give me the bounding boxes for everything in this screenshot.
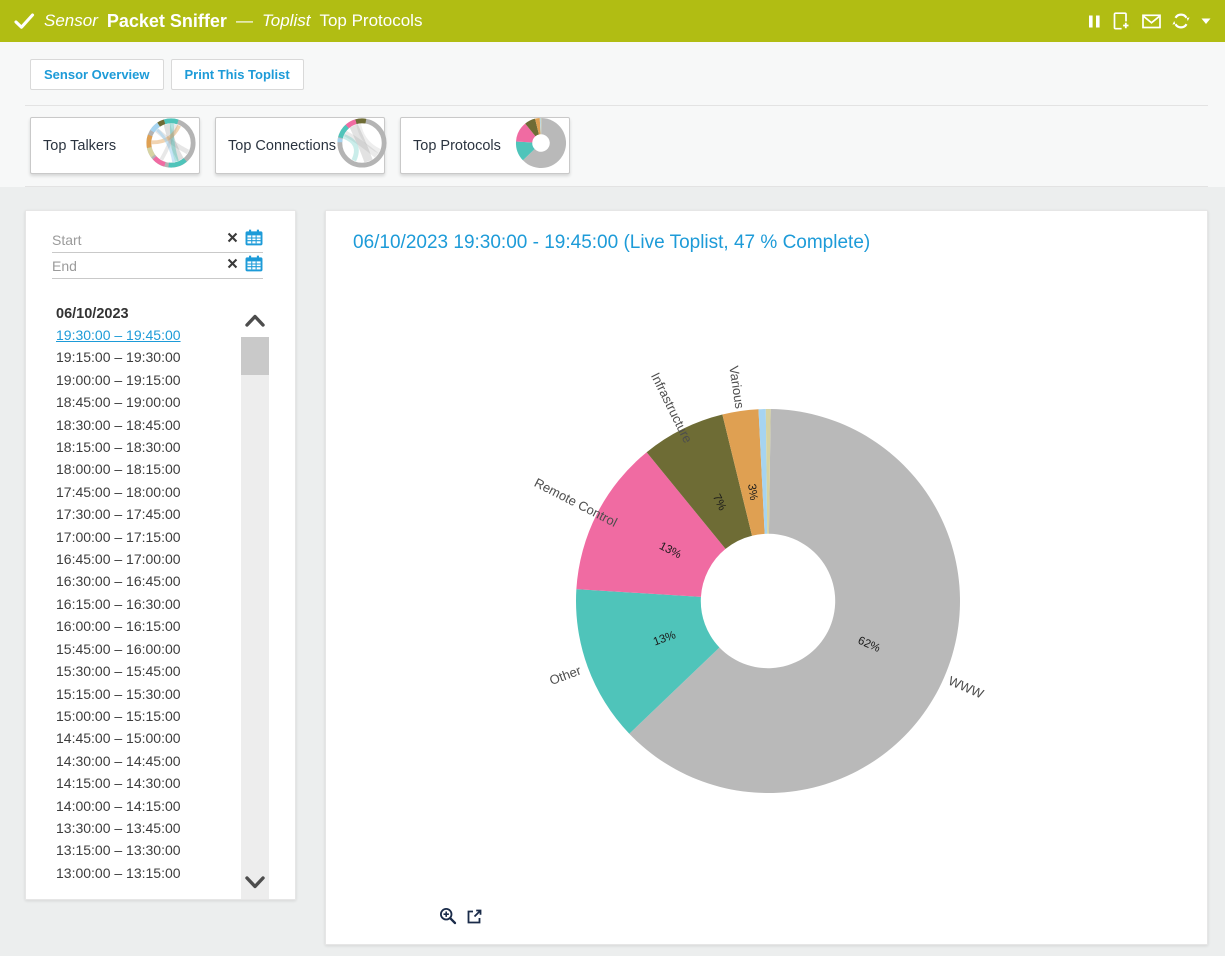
donut-chart-icon <box>515 117 567 174</box>
pause-icon[interactable] <box>1088 14 1101 29</box>
scrollbar-thumb[interactable] <box>241 337 269 375</box>
protocol-donut-chart[interactable]: 62%WWW13%Other13%Remote Control7%Infrast… <box>326 211 1209 946</box>
start-calendar-icon[interactable] <box>245 229 263 246</box>
tab-top-connections[interactable]: Top Connections <box>215 117 385 174</box>
interval-item[interactable]: 17:00:00 – 17:15:00 <box>56 526 238 548</box>
clear-end-icon[interactable] <box>227 258 238 269</box>
chord-diagram-icon <box>145 117 197 174</box>
clear-start-icon[interactable] <box>227 232 238 243</box>
interval-item[interactable]: 14:00:00 – 14:15:00 <box>56 795 238 817</box>
toplist-chart-panel: 06/10/2023 19:30:00 - 19:45:00 (Live Top… <box>325 210 1208 945</box>
interval-item[interactable]: 18:30:00 – 18:45:00 <box>56 414 238 436</box>
interval-item[interactable]: 14:30:00 – 14:45:00 <box>56 750 238 772</box>
interval-item[interactable]: 18:00:00 – 18:15:00 <box>56 458 238 480</box>
topbar-actions <box>1088 12 1211 31</box>
start-date-row <box>52 227 263 253</box>
interval-item[interactable]: 17:30:00 – 17:45:00 <box>56 503 238 525</box>
interval-item[interactable]: 15:30:00 – 15:45:00 <box>56 660 238 682</box>
slice-name-label: Various <box>726 365 747 410</box>
dropdown-caret-icon[interactable] <box>1201 18 1211 25</box>
tab-label: Top Talkers <box>43 138 116 154</box>
interval-item[interactable]: 18:15:00 – 18:30:00 <box>56 436 238 458</box>
interval-item[interactable]: 14:45:00 – 15:00:00 <box>56 727 238 749</box>
interval-item[interactable]: 19:15:00 – 19:30:00 <box>56 346 238 368</box>
interval-item[interactable]: 16:45:00 – 17:00:00 <box>56 548 238 570</box>
interval-item[interactable]: 15:45:00 – 16:00:00 <box>56 638 238 660</box>
end-calendar-icon[interactable] <box>245 255 263 272</box>
status-check-icon <box>14 13 35 30</box>
interval-item[interactable]: 16:00:00 – 16:15:00 <box>56 615 238 637</box>
report-document-add-icon[interactable] <box>1112 12 1131 31</box>
print-toplist-button[interactable]: Print This Toplist <box>171 59 304 90</box>
slice-name-label: Infrastructure <box>648 370 696 445</box>
end-date-input[interactable] <box>52 258 227 274</box>
slice-percent-label: 3% <box>745 483 759 501</box>
scroll-down-button[interactable] <box>241 865 269 899</box>
chart-actions <box>439 907 483 925</box>
tab-label: Top Protocols <box>413 138 501 154</box>
interval-item[interactable]: 19:30:00 – 19:45:00 <box>56 324 238 346</box>
scrollbar-track[interactable] <box>241 337 269 865</box>
interval-scrollbar <box>241 303 269 899</box>
interval-item[interactable]: 15:00:00 – 15:15:00 <box>56 705 238 727</box>
time-filter-panel: 06/10/2023 19:30:00 – 19:45:0019:15:00 –… <box>25 210 296 900</box>
open-external-icon[interactable] <box>466 908 483 925</box>
interval-item[interactable]: 13:30:00 – 13:45:00 <box>56 817 238 839</box>
scroll-up-button[interactable] <box>241 303 269 337</box>
tab-top-protocols[interactable]: Top Protocols <box>400 117 570 174</box>
refresh-icon[interactable] <box>1172 12 1190 30</box>
page-title: Top Protocols <box>319 11 422 31</box>
tab-top-talkers[interactable]: Top Talkers <box>30 117 200 174</box>
toplist-label: Toplist <box>262 11 311 31</box>
slice-name-label: WWW <box>946 673 986 702</box>
sensor-kind-label: Sensor <box>44 11 98 31</box>
toplist-tabs: Top Talkers Top Connections Top Protocol… <box>0 106 1225 187</box>
email-icon[interactable] <box>1142 14 1161 29</box>
sensor-name[interactable]: Packet Sniffer <box>107 11 227 32</box>
interval-item[interactable]: 18:45:00 – 19:00:00 <box>56 391 238 413</box>
interval-item[interactable]: 15:15:00 – 15:30:00 <box>56 683 238 705</box>
interval-list: 19:30:00 – 19:45:0019:15:00 – 19:30:0019… <box>56 324 238 884</box>
chord-diagram-icon <box>336 117 388 174</box>
start-date-input[interactable] <box>52 232 227 248</box>
interval-item[interactable]: 14:15:00 – 14:30:00 <box>56 772 238 794</box>
interval-item[interactable]: 16:30:00 – 16:45:00 <box>56 570 238 592</box>
breadcrumb-separator: — <box>236 11 253 31</box>
sensor-overview-button[interactable]: Sensor Overview <box>30 59 164 90</box>
interval-item[interactable]: 16:15:00 – 16:30:00 <box>56 593 238 615</box>
zoom-in-icon[interactable] <box>439 907 457 925</box>
page-toolbar: Sensor Overview Print This Toplist <box>0 42 1225 106</box>
slice-name-label: Other <box>547 662 583 687</box>
interval-item[interactable]: 19:00:00 – 19:15:00 <box>56 369 238 391</box>
content-area: 06/10/2023 19:30:00 – 19:45:0019:15:00 –… <box>0 187 1225 956</box>
end-date-row <box>52 253 263 279</box>
tab-label: Top Connections <box>228 138 336 154</box>
title-bar: Sensor Packet Sniffer — Toplist Top Prot… <box>0 0 1225 42</box>
interval-item[interactable]: 13:15:00 – 13:30:00 <box>56 839 238 861</box>
interval-item[interactable]: 17:45:00 – 18:00:00 <box>56 481 238 503</box>
interval-item[interactable]: 13:00:00 – 13:15:00 <box>56 862 238 884</box>
